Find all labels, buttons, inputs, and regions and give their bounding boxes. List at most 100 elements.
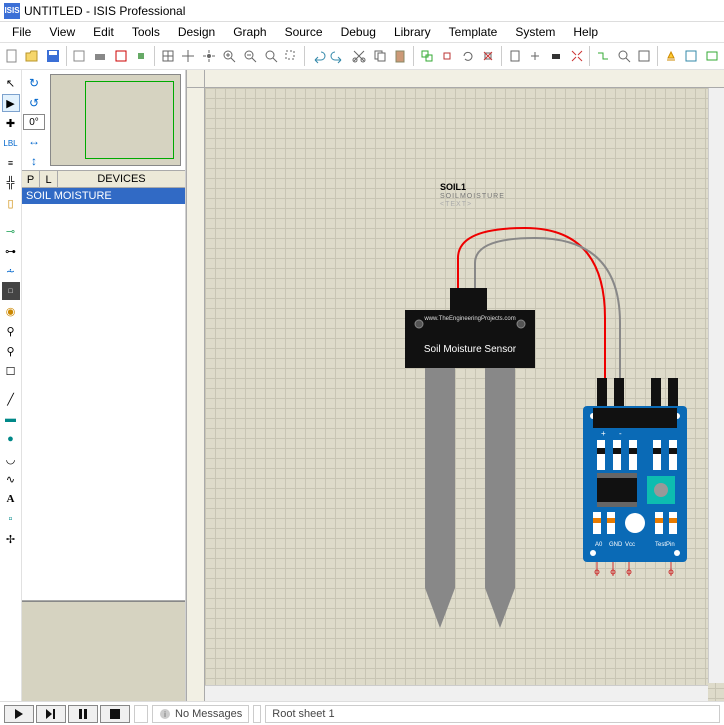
angle-input[interactable] — [23, 114, 45, 130]
zoom-all-icon[interactable] — [261, 45, 281, 67]
copy-icon[interactable] — [370, 45, 390, 67]
svg-text:i: i — [164, 710, 166, 719]
property-icon[interactable] — [634, 45, 654, 67]
sensor-probe[interactable]: www.TheEngineeringProjects.com Soil Mois… — [395, 288, 565, 648]
block-move-icon[interactable] — [437, 45, 457, 67]
text-tool-icon[interactable]: A — [2, 490, 20, 508]
decompose-icon[interactable] — [567, 45, 587, 67]
generator-tool-icon[interactable]: ◉ — [2, 302, 20, 320]
menu-file[interactable]: File — [4, 23, 39, 41]
devices-l-button[interactable]: L — [40, 171, 58, 187]
block-delete-icon[interactable] — [479, 45, 499, 67]
mid-panel: ↻ ↺ ↔ ↕ P L DEVICES SOIL MOISTURE — [22, 70, 186, 701]
device-row[interactable]: SOIL MOISTURE — [22, 188, 185, 204]
separator — [501, 46, 502, 66]
arc-tool-icon[interactable]: ◡ — [2, 450, 20, 468]
graph-tool-icon[interactable]: ⩪ — [2, 262, 20, 280]
devices-list[interactable]: SOIL MOISTURE — [22, 188, 185, 601]
sheet-status[interactable]: Root sheet 1 — [265, 705, 720, 723]
rotate-ccw-icon[interactable]: ↺ — [25, 94, 43, 112]
bus-tool-icon[interactable]: ╬ — [2, 174, 20, 192]
tape-tool-icon[interactable]: □ — [2, 282, 20, 300]
sheet-text: Root sheet 1 — [272, 708, 334, 720]
menu-help[interactable]: Help — [565, 23, 606, 41]
canvas-wrap: SOIL1 SOILMOISTURE <TEXT> — [186, 70, 724, 701]
menu-source[interactable]: Source — [277, 23, 331, 41]
grid-icon[interactable] — [158, 45, 178, 67]
menu-debug[interactable]: Debug — [333, 23, 384, 41]
text-script-tool-icon[interactable]: ≡ — [2, 154, 20, 172]
save-file-icon[interactable] — [43, 45, 63, 67]
menu-design[interactable]: Design — [170, 23, 223, 41]
separator — [589, 46, 590, 66]
wire-auto-icon[interactable] — [593, 45, 613, 67]
menu-view[interactable]: View — [41, 23, 83, 41]
overview-map[interactable] — [50, 74, 181, 166]
flip-h-icon[interactable]: ↔ — [25, 132, 43, 150]
cut-icon[interactable] — [349, 45, 369, 67]
component-tool-icon[interactable]: ▶ — [2, 94, 20, 112]
info-icon: i — [159, 708, 171, 720]
devices-label: DEVICES — [58, 173, 185, 185]
play-button[interactable] — [4, 705, 34, 723]
make-device-icon[interactable] — [526, 45, 546, 67]
new-file-icon[interactable] — [2, 45, 22, 67]
flip-v-icon[interactable]: ↕ — [25, 152, 43, 170]
box-tool-icon[interactable]: ▬ — [2, 410, 20, 428]
menu-template[interactable]: Template — [441, 23, 506, 41]
symbol-tool-icon[interactable]: ▫ — [2, 510, 20, 528]
package-icon[interactable] — [546, 45, 566, 67]
paste-icon[interactable] — [390, 45, 410, 67]
redo-icon[interactable] — [329, 45, 349, 67]
label-tool-icon[interactable]: LBL — [2, 134, 20, 152]
menu-edit[interactable]: Edit — [85, 23, 122, 41]
pin-tool-icon[interactable]: ⊶ — [2, 242, 20, 260]
instrument-tool-icon[interactable]: ☐ — [2, 362, 20, 380]
probe-i-tool-icon[interactable]: ⚲ — [2, 342, 20, 360]
center-icon[interactable] — [199, 45, 219, 67]
rotate-cw-icon[interactable]: ↻ — [25, 74, 43, 92]
design-area[interactable]: SOIL1 SOILMOISTURE <TEXT> — [205, 88, 724, 701]
circle-tool-icon[interactable]: ● — [2, 430, 20, 448]
messages-status[interactable]: i No Messages — [152, 705, 249, 723]
pause-button[interactable] — [68, 705, 98, 723]
scrollbar-vertical[interactable] — [708, 88, 724, 683]
menu-tools[interactable]: Tools — [124, 23, 168, 41]
open-file-icon[interactable] — [23, 45, 43, 67]
netlist-icon[interactable] — [682, 45, 702, 67]
import-icon[interactable] — [70, 45, 90, 67]
terminal-tool-icon[interactable]: ⊸ — [2, 222, 20, 240]
step-button[interactable] — [36, 705, 66, 723]
marker-tool-icon[interactable]: ✢ — [2, 530, 20, 548]
pick-library-icon[interactable] — [505, 45, 525, 67]
block-rotate-icon[interactable] — [458, 45, 478, 67]
devices-p-button[interactable]: P — [22, 171, 40, 187]
zoom-in-icon[interactable] — [220, 45, 240, 67]
selection-tool-icon[interactable]: ↖ — [2, 74, 20, 92]
origin-icon[interactable] — [179, 45, 199, 67]
erc-icon[interactable] — [661, 45, 681, 67]
canvas[interactable]: SOIL1 SOILMOISTURE <TEXT> — [187, 70, 724, 701]
area-icon[interactable] — [131, 45, 151, 67]
ares-icon[interactable] — [702, 45, 722, 67]
junction-tool-icon[interactable]: ✚ — [2, 114, 20, 132]
stop-button[interactable] — [100, 705, 130, 723]
module-board[interactable]: + - — [575, 378, 695, 578]
sep — [2, 214, 20, 220]
zoom-area-icon[interactable] — [281, 45, 301, 67]
scrollbar-horizontal[interactable] — [205, 685, 708, 701]
print-icon[interactable] — [90, 45, 110, 67]
undo-icon[interactable] — [308, 45, 328, 67]
menu-graph[interactable]: Graph — [225, 23, 274, 41]
line-tool-icon[interactable]: ╱ — [2, 390, 20, 408]
search-icon[interactable] — [614, 45, 634, 67]
path-tool-icon[interactable]: ∿ — [2, 470, 20, 488]
probe-v-tool-icon[interactable]: ⚲ — [2, 322, 20, 340]
block-copy-icon[interactable] — [417, 45, 437, 67]
menu-library[interactable]: Library — [386, 23, 439, 41]
mark-icon[interactable] — [111, 45, 131, 67]
overview-viewport — [85, 81, 174, 159]
menu-system[interactable]: System — [507, 23, 563, 41]
zoom-out-icon[interactable] — [240, 45, 260, 67]
subcircuit-tool-icon[interactable]: ▯ — [2, 194, 20, 212]
